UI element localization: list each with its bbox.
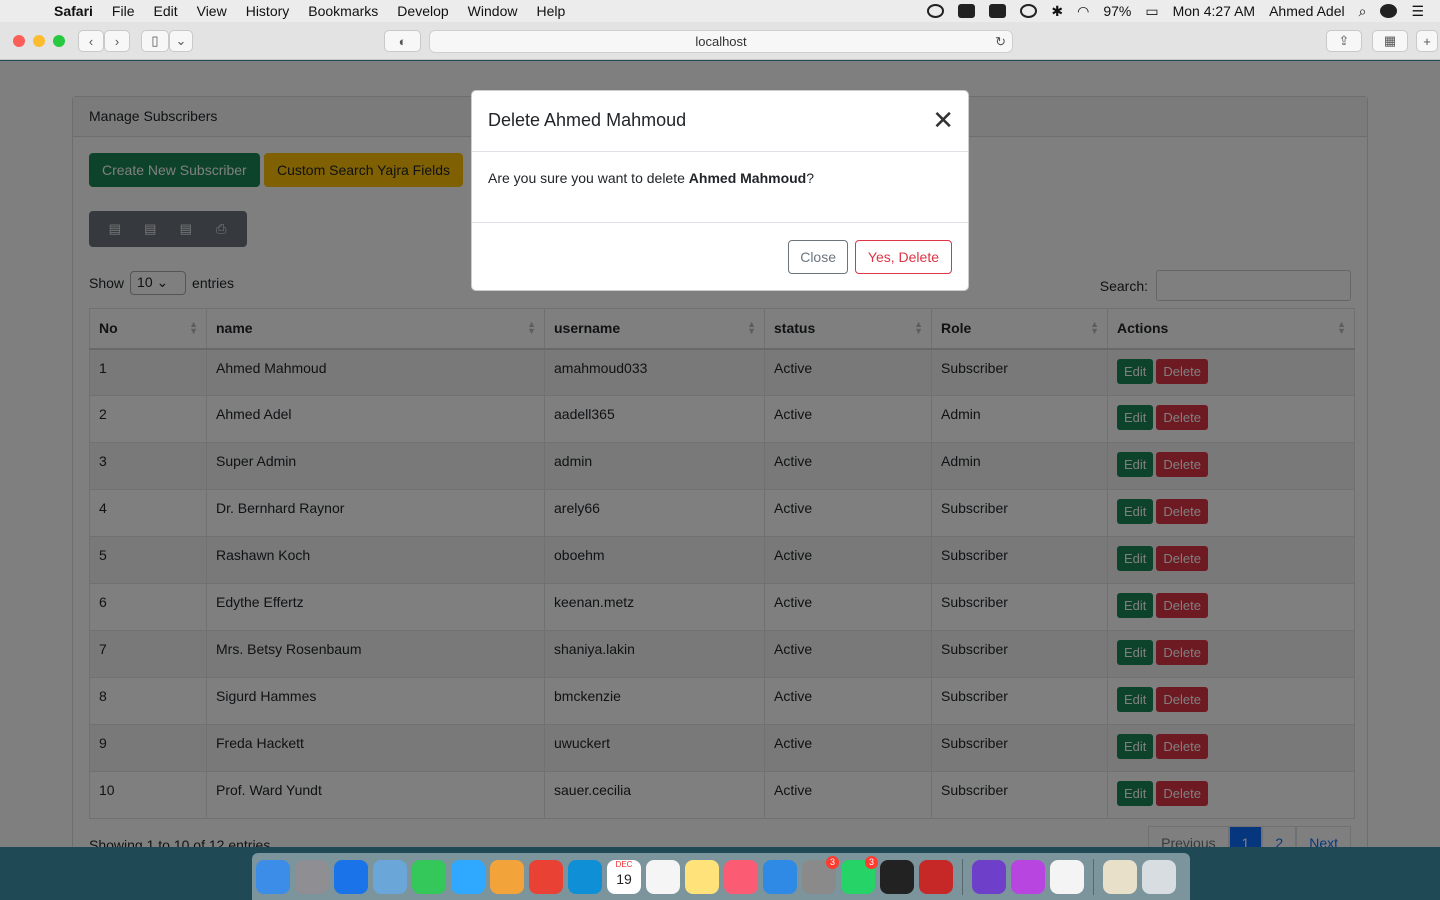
notification-badge: 3 [865, 855, 878, 869]
finder-icon[interactable] [256, 859, 290, 894]
modal-title: Delete Ahmed Mahmoud [488, 110, 687, 130]
calendar-icon[interactable]: DEC 19 [607, 859, 641, 894]
menu-history[interactable]: History [246, 3, 290, 19]
notification-badge: 3 [826, 855, 839, 869]
record-icon[interactable] [1020, 4, 1038, 18]
textedit-icon[interactable] [1050, 859, 1084, 894]
menu-bookmarks[interactable]: Bookmarks [308, 3, 378, 19]
calendar-day: 19 [616, 870, 632, 887]
shield-icon[interactable] [958, 4, 976, 18]
sidebar-toggle-icon[interactable]: ▯ [141, 30, 169, 52]
reminders-icon[interactable] [646, 859, 680, 894]
notification-app-icon[interactable] [989, 4, 1007, 18]
modal-close-button[interactable]: Close [788, 240, 848, 274]
wifi-icon[interactable]: ◠ [1077, 3, 1089, 20]
trash-icon[interactable] [1142, 859, 1176, 894]
keynote-icon[interactable] [763, 859, 797, 894]
menu-edit[interactable]: Edit [153, 3, 177, 19]
fullscreen-window-button[interactable] [53, 35, 65, 47]
menu-bar: Safari File Edit View History Bookmarks … [0, 0, 1440, 22]
facetime-icon[interactable] [412, 859, 446, 894]
battery-icon[interactable]: ▭ [1145, 3, 1158, 20]
modal-message-suffix: ? [806, 170, 815, 186]
terminal-icon[interactable] [880, 859, 914, 894]
siri-icon[interactable] [1380, 4, 1398, 18]
menu-develop[interactable]: Develop [397, 3, 448, 19]
edge-icon[interactable] [568, 859, 602, 894]
battery-percent[interactable]: 97% [1103, 3, 1131, 19]
photos-icon[interactable] [490, 859, 524, 894]
url-text: localhost [695, 34, 747, 49]
privacy-report-icon[interactable]: ◐ [384, 30, 421, 52]
menu-view[interactable]: View [197, 3, 227, 19]
address-bar[interactable]: localhost ↻ [429, 30, 1013, 53]
launchpad-icon[interactable] [295, 859, 329, 894]
calendar-month: DEC [615, 859, 633, 869]
messages-icon[interactable] [451, 859, 485, 894]
phpstorm-icon[interactable] [1011, 859, 1045, 894]
bluetooth-icon[interactable]: ✱ [1051, 3, 1063, 20]
browser-toolbar: ‹ › ▯ ⌄ ◐ localhost ↻ ⇪ ▦ + [0, 22, 1440, 60]
delete-confirm-modal: Delete Ahmed Mahmoud ✕ Are you sure you … [471, 90, 969, 291]
modal-body: Are you sure you want to delete Ahmed Ma… [472, 152, 968, 223]
tab-overview-icon[interactable]: ▦ [1372, 30, 1408, 52]
notification-center-icon[interactable]: ☰ [1411, 3, 1424, 20]
close-icon[interactable]: ✕ [932, 107, 954, 133]
forward-button[interactable]: › [104, 30, 130, 52]
web-page: Manage Subscribers Create New Subscriber… [0, 61, 1440, 847]
creative-cloud-icon[interactable] [927, 4, 945, 18]
system-preferences-icon[interactable]: 3 [802, 855, 839, 894]
menu-window[interactable]: Window [468, 3, 518, 19]
chrome-icon[interactable] [529, 859, 563, 894]
confirm-delete-button[interactable]: Yes, Delete [854, 240, 952, 274]
minimize-window-button[interactable] [33, 35, 45, 47]
back-button[interactable]: ‹ [78, 30, 104, 52]
chevron-down-icon[interactable]: ⌄ [169, 30, 193, 52]
database-icon[interactable] [919, 859, 953, 894]
menu-user[interactable]: Ahmed Adel [1269, 3, 1345, 19]
music-icon[interactable] [724, 859, 758, 894]
close-window-button[interactable] [13, 35, 25, 47]
new-tab-button[interactable]: + [1416, 30, 1438, 52]
modal-header: Delete Ahmed Mahmoud ✕ [472, 91, 968, 152]
notes-icon[interactable] [685, 859, 719, 894]
share-icon[interactable]: ⇪ [1326, 30, 1362, 52]
github-desktop-icon[interactable] [972, 859, 1006, 894]
safari-icon[interactable] [334, 859, 368, 894]
menu-app-safari[interactable]: Safari [54, 3, 93, 19]
dock: DEC 19 3 3 [252, 853, 1190, 900]
menu-file[interactable]: File [112, 3, 135, 19]
reload-icon[interactable]: ↻ [995, 31, 1006, 52]
sql-file-icon[interactable] [1103, 859, 1137, 894]
menu-help[interactable]: Help [536, 3, 565, 19]
modal-message-prefix: Are you sure you want to delete [488, 170, 689, 186]
preview-icon[interactable] [373, 859, 407, 894]
modal-footer: Close Yes, Delete [472, 223, 968, 291]
spotlight-search-icon[interactable]: ⌕ [1359, 3, 1367, 20]
modal-message-name: Ahmed Mahmoud [688, 170, 807, 186]
dock-separator [962, 858, 963, 895]
dock-separator [1093, 858, 1094, 895]
menu-clock[interactable]: Mon 4:27 AM [1173, 3, 1256, 19]
whatsapp-icon[interactable]: 3 [841, 855, 878, 894]
